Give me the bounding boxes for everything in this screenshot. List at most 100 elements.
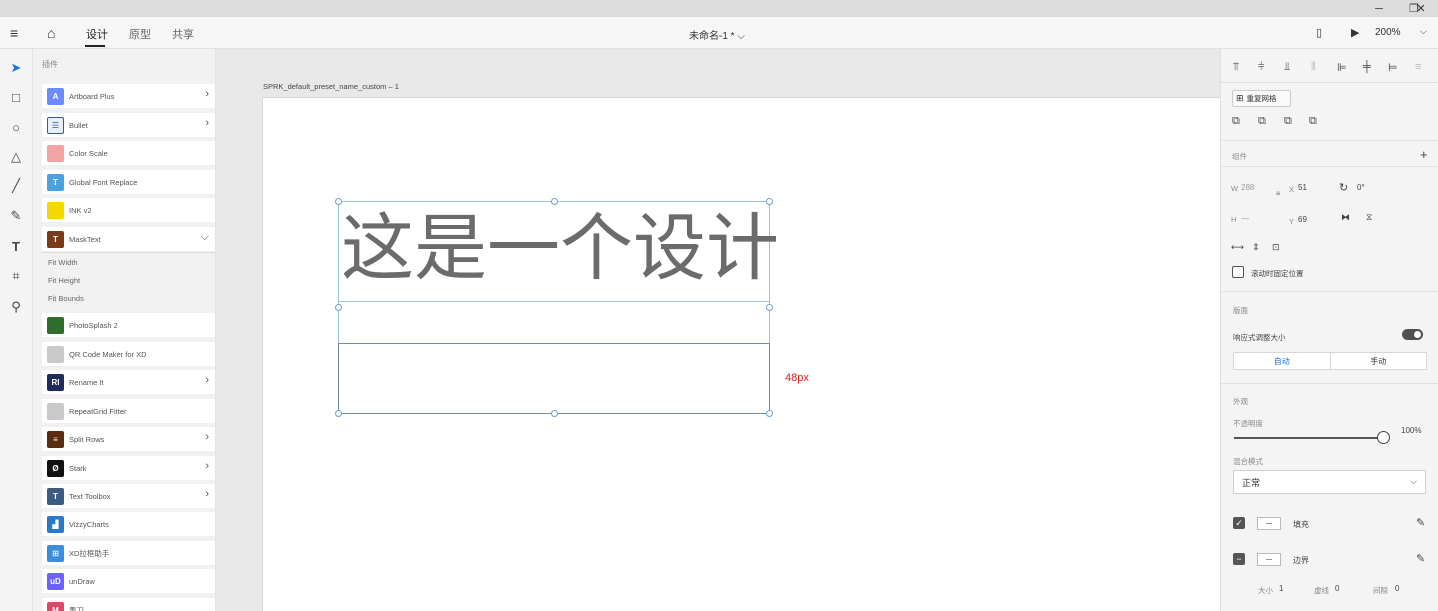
plugin-item[interactable]: ▟ VizzyCharts	[42, 512, 215, 536]
boolean-subtract-icon[interactable]: ⧉	[1258, 115, 1266, 128]
align-top-icon[interactable]: ⫪	[1233, 61, 1239, 74]
resize-handle[interactable]	[766, 198, 773, 205]
x-input[interactable]: 51	[1298, 183, 1307, 192]
flip-vertical-icon[interactable]: ⧖	[1366, 212, 1372, 223]
resize-handle[interactable]	[551, 410, 558, 417]
width-input[interactable]: 288	[1241, 183, 1254, 192]
boolean-exclude-icon[interactable]: ⧉	[1309, 115, 1317, 128]
chevron-down-icon[interactable]: ⌵	[201, 231, 209, 244]
rectangle-shape[interactable]	[338, 343, 770, 414]
close-button[interactable]: ✕	[1404, 0, 1438, 17]
gap-input[interactable]: 0	[1395, 584, 1399, 593]
add-component-icon[interactable]: +	[1420, 147, 1428, 162]
plugin-item[interactable]: INK v2	[42, 198, 215, 222]
fix-position-checkbox[interactable]	[1232, 266, 1244, 278]
boolean-add-icon[interactable]: ⧉	[1232, 115, 1240, 128]
fix-height-icon[interactable]: ⇕	[1252, 242, 1260, 253]
plugin-item[interactable]: Ø Stark ›	[42, 456, 215, 480]
repeat-grid-button[interactable]: ⊞ 重复网格	[1232, 90, 1291, 107]
chevron-right-icon[interactable]: ›	[205, 431, 209, 443]
boolean-intersect-icon[interactable]: ⧉	[1284, 115, 1292, 128]
resize-handle[interactable]	[551, 198, 558, 205]
plugin-item[interactable]: A Artboard Plus ›	[42, 84, 215, 108]
border-swatch[interactable]	[1257, 553, 1281, 566]
opacity-slider-track[interactable]	[1234, 437, 1384, 439]
plugin-item[interactable]: PhotoSplash 2	[42, 313, 215, 337]
auto-button[interactable]: 自动	[1234, 353, 1331, 369]
masktext-fit-width[interactable]: Fit Width	[48, 258, 78, 267]
tab-share[interactable]: 共享	[172, 26, 194, 42]
flip-horizontal-icon[interactable]: ⧓	[1341, 212, 1350, 223]
artboard-icon[interactable]: ⌗	[7, 267, 25, 285]
resize-handle[interactable]	[335, 304, 342, 311]
manual-button[interactable]: 手动	[1331, 353, 1427, 369]
opacity-value[interactable]: 100%	[1401, 426, 1421, 435]
plugin-item[interactable]: RI Rename It ›	[42, 370, 215, 394]
plugin-item[interactable]: ≡ Split Rows ›	[42, 427, 215, 451]
size-input[interactable]: 1	[1279, 584, 1283, 593]
dash-input[interactable]: 0	[1335, 584, 1339, 593]
plugin-item[interactable]: T Text Toolbox ›	[42, 484, 215, 508]
canvas-text[interactable]: 这是一个设计	[341, 209, 779, 289]
text-icon[interactable]: T	[7, 237, 25, 255]
masktext-fit-bounds[interactable]: Fit Bounds	[48, 294, 84, 303]
align-bottom-icon[interactable]: ⫫	[1284, 61, 1290, 74]
triangle-icon[interactable]: △	[7, 148, 25, 166]
fix-corners-icon[interactable]: ⊡	[1272, 242, 1280, 253]
phone-icon[interactable]: ▯	[1316, 26, 1322, 39]
blend-mode-select[interactable]: 正常 ⌵	[1233, 470, 1426, 494]
fill-swatch[interactable]	[1257, 517, 1281, 530]
ellipse-icon[interactable]: ○	[7, 118, 25, 136]
resize-handle[interactable]	[766, 304, 773, 311]
height-input[interactable]: —	[1241, 214, 1249, 223]
play-icon[interactable]: ▶	[1351, 26, 1359, 39]
home-icon[interactable]: ⌂	[47, 25, 55, 41]
border-eyedropper-icon[interactable]: ✎	[1416, 552, 1425, 565]
plugin-item[interactable]: Color Scale	[42, 141, 215, 165]
plugin-item[interactable]: RepeatGrid Fitter	[42, 399, 215, 423]
zoom-level[interactable]: 200%	[1375, 27, 1401, 38]
rotation-input[interactable]: 0°	[1357, 183, 1365, 192]
fix-width-icon[interactable]: ⟷	[1231, 242, 1244, 253]
align-middle-icon[interactable]: ⫩	[1258, 61, 1264, 74]
resize-handle[interactable]	[335, 198, 342, 205]
resize-handle[interactable]	[335, 410, 342, 417]
y-input[interactable]: 69	[1298, 215, 1307, 224]
pen-icon[interactable]: ✎	[7, 207, 25, 225]
rectangle-icon[interactable]: □	[7, 88, 25, 106]
tab-design[interactable]: 设计	[86, 26, 108, 42]
chevron-right-icon[interactable]: ›	[205, 88, 209, 100]
line-icon[interactable]: ╱	[7, 177, 25, 195]
border-checkbox[interactable]: −	[1233, 553, 1245, 565]
artboard-label[interactable]: SPRK_default_preset_name_custom – 1	[263, 82, 399, 91]
chevron-right-icon[interactable]: ›	[205, 374, 209, 386]
zoom-chevron-down-icon[interactable]: ⌵	[1420, 26, 1427, 37]
align-center-icon[interactable]: ╪	[1363, 61, 1371, 73]
chevron-right-icon[interactable]: ›	[205, 460, 209, 472]
align-right-icon[interactable]: ⊨	[1388, 61, 1398, 74]
chevron-right-icon[interactable]: ›	[205, 488, 209, 500]
plugin-item[interactable]: M 墨刀	[42, 598, 215, 611]
distribute-horizontal-icon[interactable]: ⦀	[1311, 61, 1316, 74]
fill-checkbox[interactable]: ✓	[1233, 517, 1245, 529]
lock-aspect-icon[interactable]: 🔒︎	[1276, 188, 1280, 198]
minimize-button[interactable]: ─	[1362, 0, 1396, 17]
opacity-slider-handle[interactable]	[1377, 431, 1390, 444]
plugin-item[interactable]: ☰ Bullet ›	[42, 113, 215, 137]
zoom-icon[interactable]: ⚲	[7, 298, 25, 316]
plugin-item[interactable]: T Global Font Replace	[42, 170, 215, 194]
resize-handle[interactable]	[766, 410, 773, 417]
hamburger-icon[interactable]: ≡	[10, 25, 18, 41]
plugin-item[interactable]: ⊞ XD拉框助手	[42, 541, 215, 565]
select-icon[interactable]: ➤	[7, 59, 25, 77]
chevron-right-icon[interactable]: ›	[205, 117, 209, 129]
align-left-icon[interactable]: ⊫	[1337, 61, 1347, 74]
document-title[interactable]: 未命名-1 * ⌵	[689, 27, 745, 42]
masktext-fit-height[interactable]: Fit Height	[48, 276, 80, 285]
plugin-item[interactable]: uD unDraw	[42, 569, 215, 593]
responsive-resize-toggle[interactable]	[1402, 329, 1423, 340]
fill-eyedropper-icon[interactable]: ✎	[1416, 516, 1425, 529]
plugin-item[interactable]: T MaskText ⌵	[42, 227, 215, 251]
distribute-vertical-icon[interactable]: ≡	[1415, 61, 1421, 73]
plugin-item[interactable]: QR Code Maker for XD	[42, 342, 215, 366]
